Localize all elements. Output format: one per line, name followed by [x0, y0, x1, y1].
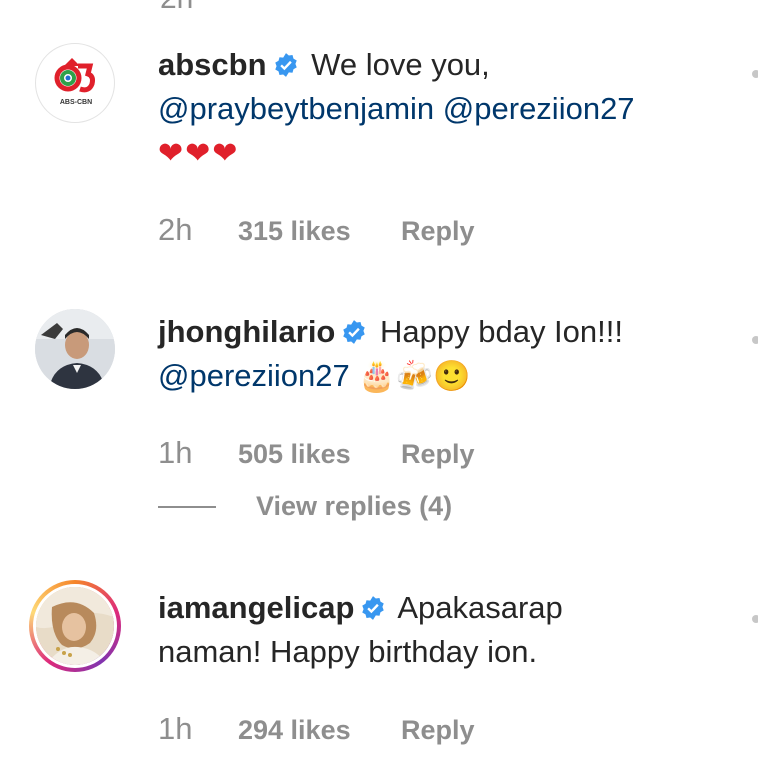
- comment-like-heart-icon[interactable]: [752, 336, 758, 344]
- mention-link[interactable]: @praybeytbenjamin: [158, 91, 434, 126]
- verified-badge-icon: [362, 596, 385, 620]
- avatar-story-ring[interactable]: [29, 580, 121, 672]
- comment-time: 2h: [158, 212, 193, 247]
- reply-button[interactable]: Reply: [401, 439, 475, 470]
- heart-emojis: ❤❤❤: [158, 136, 240, 171]
- previous-comment-time: 2h: [160, 0, 193, 16]
- comment-time: 1h: [158, 711, 193, 746]
- comment-text: jhonghilario Happy bday Ion!!! @pereziio…: [158, 310, 718, 399]
- view-replies-button[interactable]: View replies (4): [158, 491, 452, 522]
- svg-text:ABS-CBN: ABS-CBN: [60, 99, 92, 106]
- avatar[interactable]: [35, 309, 115, 389]
- verified-badge-icon: [274, 53, 297, 77]
- user-photo-icon: [35, 309, 115, 389]
- user-photo-icon: [36, 587, 114, 665]
- comment-lead-text: Apakasarap: [397, 590, 563, 625]
- comment-lead-text: We love you,: [311, 47, 490, 82]
- comment-like-heart-icon[interactable]: [752, 70, 758, 78]
- comment-meta: 1h 505 likes Reply: [158, 435, 475, 471]
- comment-like-heart-icon[interactable]: [752, 615, 758, 623]
- likes-count[interactable]: 315 likes: [238, 216, 401, 247]
- comment-lead-text: Happy bday Ion!!!: [380, 314, 623, 349]
- comment-text: iamangelicap Apakasarap naman! Happy bir…: [158, 586, 718, 674]
- verified-badge-icon: [343, 320, 366, 344]
- comment-text: abscbn We love you, @praybeytbenjamin @p…: [158, 43, 718, 176]
- username[interactable]: jhonghilario: [158, 314, 335, 349]
- comment-meta: 1h 294 likes Reply: [158, 711, 475, 747]
- comment-meta: 2h 315 likes Reply: [158, 212, 475, 248]
- mention-link[interactable]: @pereziion27: [158, 358, 350, 393]
- replies-divider-line: [158, 505, 216, 508]
- reply-button[interactable]: Reply: [401, 715, 475, 746]
- reply-button[interactable]: Reply: [401, 216, 475, 247]
- likes-count[interactable]: 505 likes: [238, 439, 401, 470]
- avatar: [33, 584, 117, 668]
- comment-emojis: 🎂🍻🙂: [358, 359, 471, 394]
- username[interactable]: iamangelicap: [158, 590, 354, 625]
- mention-link[interactable]: @pereziion27: [443, 91, 635, 126]
- username[interactable]: abscbn: [158, 47, 267, 82]
- comment-rest-text: naman! Happy birthday ion.: [158, 634, 538, 669]
- abs-cbn-logo-icon: ABS-CBN: [46, 54, 106, 114]
- likes-count[interactable]: 294 likes: [238, 715, 401, 746]
- comment-time: 1h: [158, 435, 193, 470]
- avatar[interactable]: ABS-CBN: [35, 43, 115, 123]
- view-replies-label[interactable]: View replies (4): [256, 491, 452, 522]
